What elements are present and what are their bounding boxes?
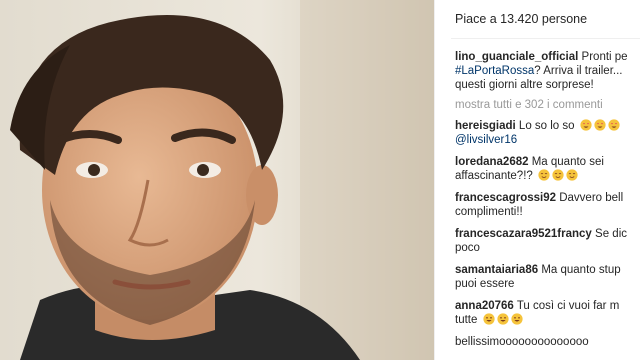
comment-item: anna20766 Tu così ci vuoi far m tutte xyxy=(455,299,640,327)
heart-eyes-emoji xyxy=(580,119,592,131)
caption-text-2: ? Arriva il trailer... xyxy=(534,65,623,77)
comment-text: complimenti!! xyxy=(455,206,523,218)
comment-text: Lo so lo so xyxy=(518,120,575,132)
comment-username[interactable]: francescagrossi92 xyxy=(455,192,556,204)
comment-text: puoi essere xyxy=(455,278,515,290)
comment-text: affascinante?!? xyxy=(455,170,533,182)
blush-emoji xyxy=(538,169,550,181)
comments-list: lino_guanciale_official Pronti pe #LaPor… xyxy=(455,50,640,357)
heart-eyes-emoji xyxy=(608,119,620,131)
comment-item: samantaiaria86 Ma quanto stup puoi esser… xyxy=(455,263,640,291)
comment-item: bellissimoooooooooooooo xyxy=(455,335,640,349)
comment-item: francescazara9521francy Se dic poco xyxy=(455,227,640,255)
comment-item: loredana2682 Ma quanto sei affascinante?… xyxy=(455,155,640,183)
comment-text: Se dic xyxy=(595,228,627,240)
likes-count[interactable]: Piace a 13.420 persone xyxy=(455,12,587,26)
blush-emoji xyxy=(552,169,564,181)
comment-mention[interactable]: @livsilver16 xyxy=(455,134,517,146)
comment-text: Ma quanto stup xyxy=(541,264,621,276)
divider xyxy=(451,38,640,39)
comment-text: poco xyxy=(455,242,480,254)
caption-username[interactable]: lino_guanciale_official xyxy=(455,51,578,63)
comment-username[interactable]: francescazara9521francy xyxy=(455,228,592,240)
heart-eyes-emoji xyxy=(594,119,606,131)
comment-text: Davvero bell xyxy=(559,192,624,204)
comment-username[interactable]: hereisgiadi xyxy=(455,120,516,132)
comment-item: hereisgiadi Lo so lo so @livsilver16 xyxy=(455,119,640,147)
comment-text: bellissimoooooooooooooo xyxy=(455,336,589,348)
selfie-image xyxy=(0,0,434,360)
post-caption: lino_guanciale_official Pronti pe #LaPor… xyxy=(455,50,640,92)
grin-emoji xyxy=(482,313,495,325)
comment-item: francescagrossi92 Davvero bell complimen… xyxy=(455,191,640,219)
view-all-comments-link[interactable]: mostra tutti e 302 i commenti xyxy=(455,98,640,112)
comment-text: Ma quanto sei xyxy=(531,156,604,168)
comment-text: Tu così ci vuoi far m xyxy=(516,300,620,312)
post-details-panel: Piace a 13.420 persone lino_guanciale_of… xyxy=(434,0,640,360)
comment-username[interactable]: anna20766 xyxy=(455,300,514,312)
grin-emoji xyxy=(510,313,523,325)
caption-text-1: Pronti pe xyxy=(581,51,628,63)
blush-emoji xyxy=(566,169,578,181)
caption-hashtag[interactable]: #LaPortaRossa xyxy=(455,65,534,77)
grin-emoji xyxy=(496,313,509,325)
caption-text-3: questi giorni altre sorprese! xyxy=(455,79,594,91)
comment-text: tutte xyxy=(455,314,478,326)
post-photo[interactable] xyxy=(0,0,434,360)
comment-username[interactable]: samantaiaria86 xyxy=(455,264,538,276)
comment-username[interactable]: loredana2682 xyxy=(455,156,529,168)
